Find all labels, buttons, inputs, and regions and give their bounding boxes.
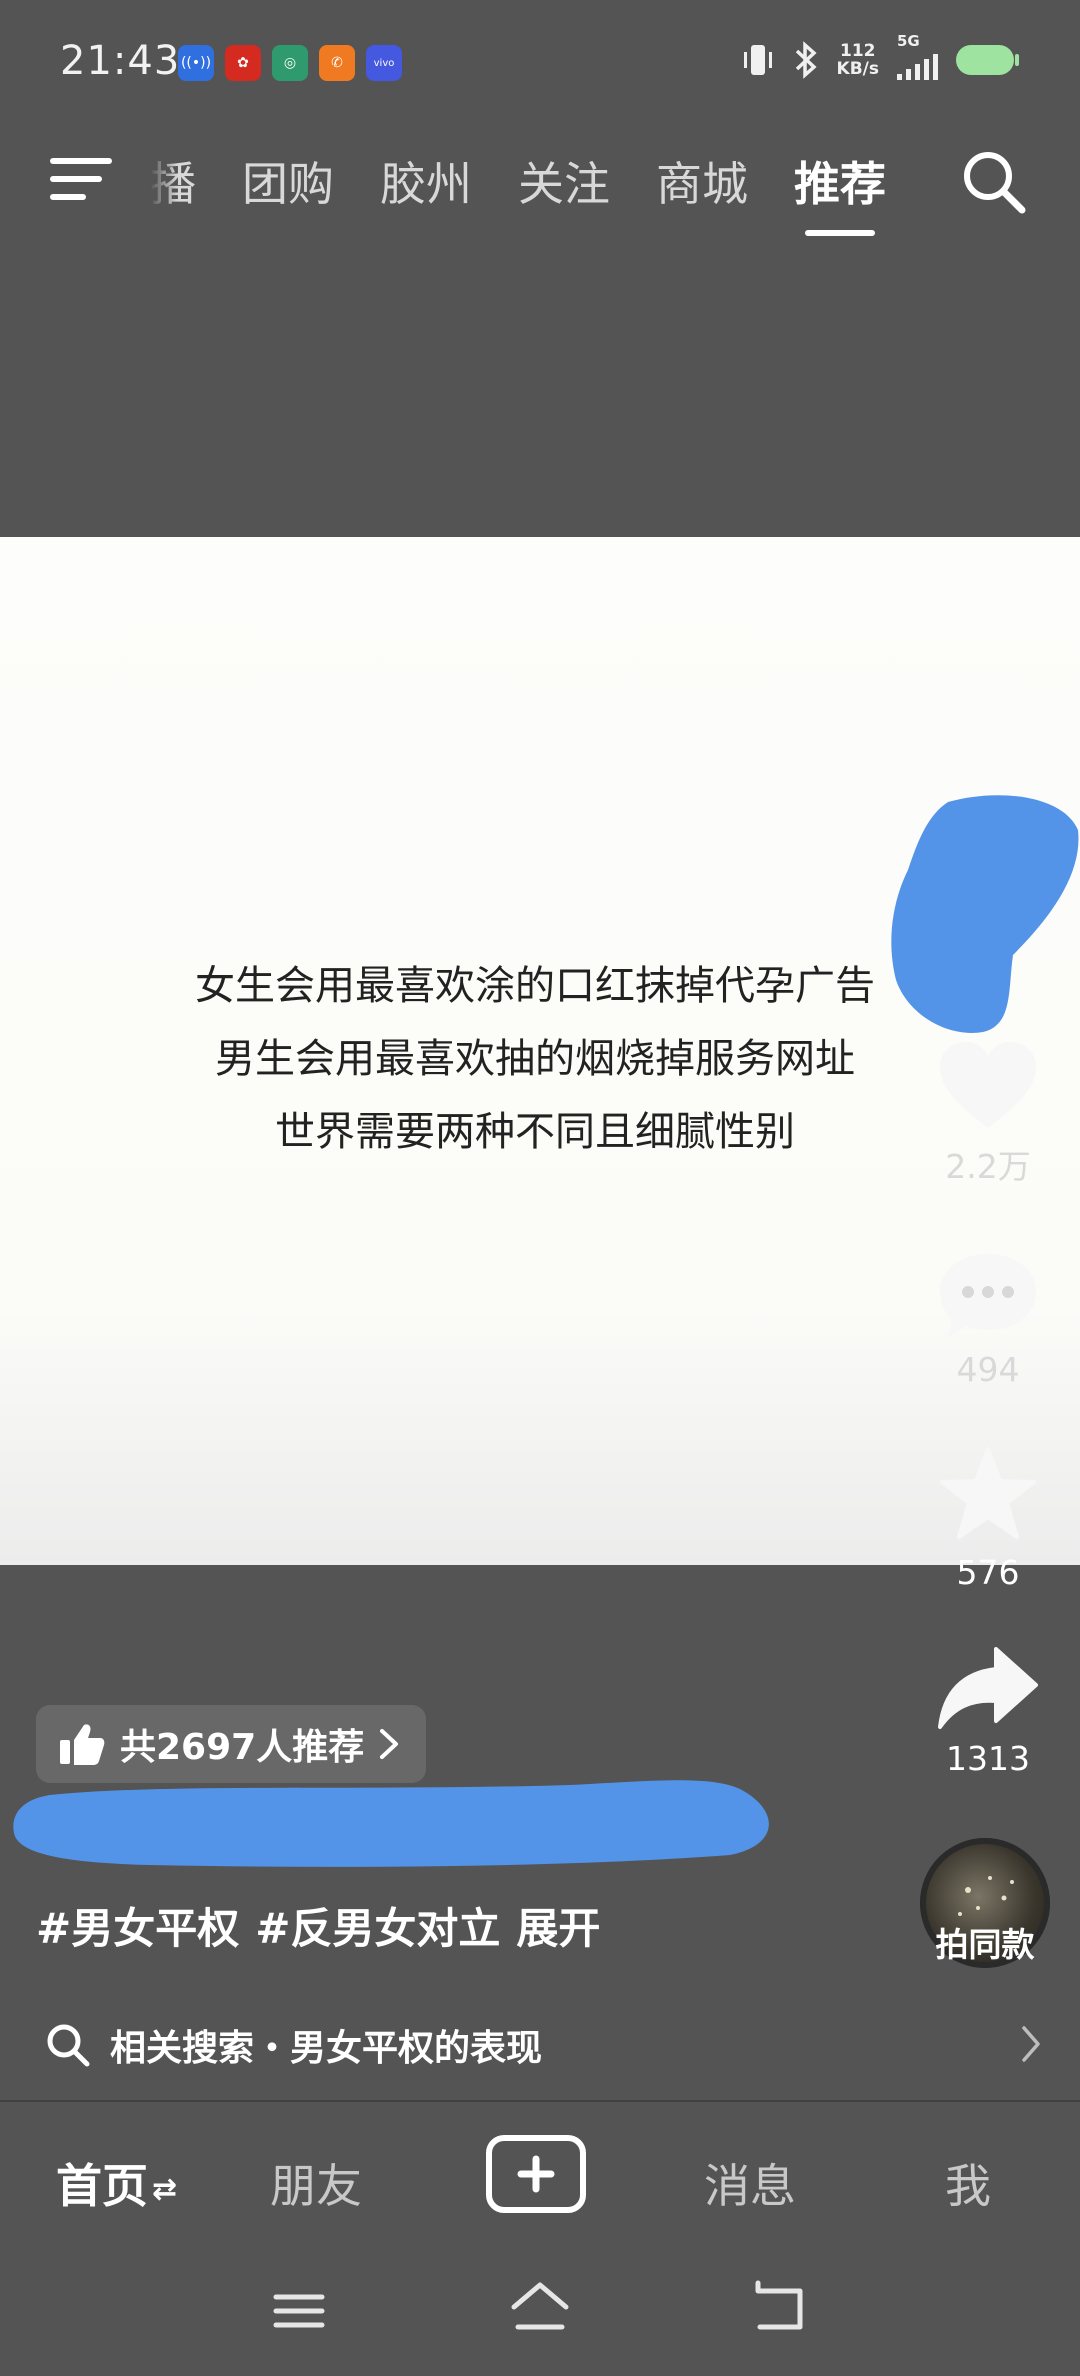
create-button[interactable] (486, 2135, 586, 2213)
bluetooth-icon (795, 41, 817, 79)
net-speed: 112 KB/s (837, 42, 879, 78)
comment-button[interactable]: 494 (918, 1250, 1058, 1389)
share-count: 1313 (946, 1739, 1030, 1778)
tab-mall[interactable]: 商城 (656, 148, 748, 214)
chevron-right-icon (1022, 2026, 1040, 2062)
search-icon[interactable] (960, 148, 1028, 216)
hashtags: #男女平权 #反男女对立 展开 (36, 1895, 600, 1956)
star-icon (940, 1447, 1036, 1539)
tab-following[interactable]: 关注 (518, 148, 610, 214)
search-icon (47, 2024, 90, 2067)
network-type: 5G (897, 32, 920, 50)
redacted-author-info (13, 1780, 769, 1867)
system-nav-bar (273, 2280, 803, 2330)
vibrate-icon (743, 45, 772, 75)
notification-icons: ((•)) ✿ ◎ ✆ vivo (178, 45, 402, 81)
favorite-count: 576 (956, 1553, 1020, 1592)
signal-bars-icon (897, 54, 938, 80)
nav-messages[interactable]: 消息 (704, 2150, 796, 2216)
refresh-toggle-icon: ⇄ (152, 2172, 178, 2207)
tab-group-buy[interactable]: 团购 (242, 148, 334, 214)
like-button[interactable]: 2.2万 (918, 1040, 1058, 1188)
red-app-icon: ✿ (225, 45, 261, 81)
tab-local[interactable]: 胶州 (380, 148, 472, 214)
vivo-app-icon: vivo (366, 45, 402, 81)
menu-icon[interactable] (50, 156, 112, 202)
comment-icon (940, 1254, 1036, 1338)
share-icon (938, 1647, 1038, 1729)
same-style-label: 拍同款 (935, 1925, 1035, 1964)
orange-phone-app-icon: ✆ (319, 45, 355, 81)
nav-home[interactable]: 首页 ⇄ (56, 2150, 177, 2216)
comment-count: 494 (956, 1350, 1020, 1389)
green-app-icon: ◎ (272, 45, 308, 81)
related-search-text: 相关搜索・男女平权的表现 (110, 2028, 543, 2069)
nav-me[interactable]: 我 (945, 2150, 991, 2216)
status-right: 112 KB/s 5G (741, 32, 1019, 80)
heart-icon (940, 1042, 1036, 1128)
nav-friends[interactable]: 朋友 (270, 2150, 362, 2216)
hashtag-link[interactable]: #反男女对立 (255, 1895, 500, 1956)
home-icon[interactable] (511, 2282, 569, 2330)
signal-indicator: 5G (897, 32, 938, 80)
like-count: 2.2万 (945, 1147, 1031, 1186)
video-text-line: 世界需要两种不同且细腻性别 (275, 1109, 795, 1155)
hashtag-link[interactable]: #男女平权 (36, 1895, 239, 1956)
tab-recommended[interactable]: 推荐 (794, 148, 886, 214)
battery-icon (956, 45, 1019, 75)
plus-icon (517, 2155, 555, 2193)
recents-icon[interactable] (273, 2294, 325, 2328)
net-speed-value: 112 (840, 41, 876, 61)
same-style-button[interactable]: 拍同款 (920, 1838, 1050, 1968)
redacted-avatar[interactable] (888, 790, 1080, 1035)
broadcast-icon: ((•)) (178, 45, 214, 81)
tab-live[interactable]: 播 (150, 148, 196, 214)
related-search-bar[interactable]: 相关搜索・男女平权的表现 (0, 1990, 1080, 2100)
expand-button[interactable]: 展开 (516, 1895, 600, 1956)
top-tabs: 播 团购 胶州 关注 商城 推荐 (150, 148, 886, 214)
net-speed-unit: KB/s (836, 59, 879, 79)
nav-home-label: 首页 (56, 2159, 148, 2213)
status-time: 21:43 (60, 38, 181, 84)
favorite-button[interactable]: 576 (918, 1445, 1058, 1592)
back-icon[interactable] (755, 2280, 803, 2330)
share-button[interactable]: 1313 (918, 1645, 1058, 1778)
